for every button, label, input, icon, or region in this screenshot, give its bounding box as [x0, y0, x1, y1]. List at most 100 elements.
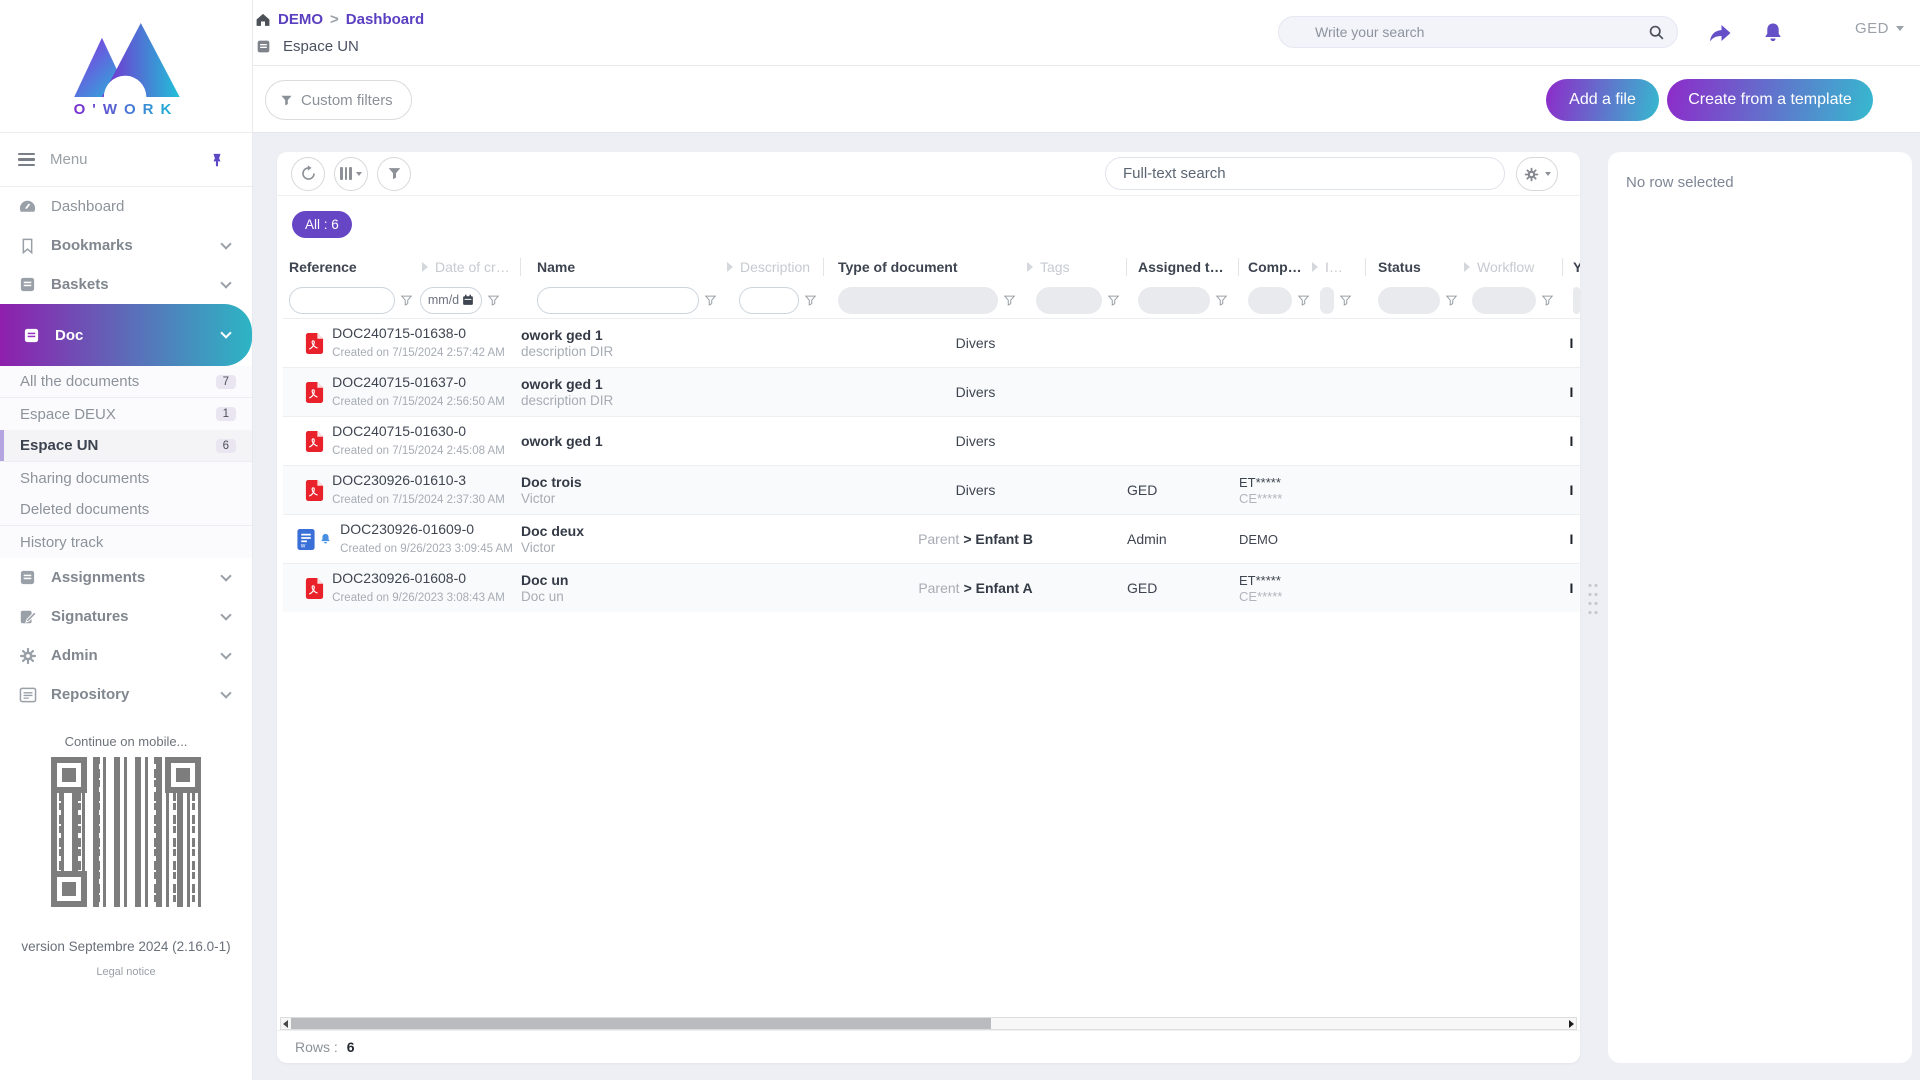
column-header-name[interactable]: Name — [521, 252, 725, 282]
breadcrumb-current[interactable]: Dashboard — [346, 11, 424, 28]
custom-filters-button[interactable]: Custom filters — [265, 80, 412, 120]
description-filter-input[interactable] — [739, 287, 799, 314]
fulltext-search[interactable] — [1105, 157, 1505, 190]
date-placeholder: mm/d — [428, 293, 459, 307]
column-header-description[interactable]: Description — [725, 252, 824, 282]
sort-arrow-icon — [1027, 262, 1033, 272]
book-icon — [22, 326, 41, 345]
all-count-pill[interactable]: All : 6 — [292, 211, 352, 238]
sidebar-item-espace-un[interactable]: Espace UN 6 — [0, 430, 252, 462]
column-header-date[interactable]: Date of cr… — [420, 252, 521, 282]
clipped-cell: I — [1563, 515, 1580, 563]
doc-subname: Victor — [521, 491, 824, 506]
search-icon[interactable] — [1648, 24, 1665, 41]
sidebar-item-espace-deux[interactable]: Espace DEUX 1 — [0, 398, 252, 430]
filter-cell-date: mm/d — [420, 282, 521, 318]
sidebar-item-bookmarks[interactable]: Bookmarks — [0, 226, 252, 265]
reference-filter-input[interactable] — [289, 287, 395, 314]
add-file-button[interactable]: Add a file — [1546, 79, 1659, 121]
table-settings-button[interactable] — [1516, 157, 1558, 191]
columns-button[interactable] — [334, 157, 368, 191]
table-row[interactable]: DOC230926-01608-0Created on 9/26/2023 3:… — [283, 563, 1580, 612]
table-row[interactable]: DOC230926-01610-3Created on 7/15/2024 2:… — [283, 465, 1580, 514]
list-card-icon — [18, 685, 37, 704]
count-badge: 7 — [216, 375, 236, 389]
sidebar-item-admin[interactable]: Admin — [0, 636, 252, 675]
table-toolbar — [277, 152, 1580, 196]
create-from-template-button[interactable]: Create from a template — [1667, 79, 1873, 121]
funnel-icon[interactable] — [1541, 294, 1554, 307]
funnel-icon[interactable] — [1107, 294, 1120, 307]
doc-comp-line1: ET***** — [1239, 573, 1366, 588]
clipped-cell: I — [1563, 466, 1580, 514]
notifications-button[interactable] — [1758, 18, 1788, 48]
share-button[interactable] — [1705, 18, 1735, 48]
doc-type-parent: Parent — [918, 531, 959, 547]
sidebar-item-label: Baskets — [51, 276, 222, 293]
scroll-right-arrow[interactable] — [1569, 1020, 1574, 1028]
table-row[interactable]: w DOC230926-01609-0Created on 9/26/2023 … — [283, 514, 1580, 563]
funnel-icon[interactable] — [704, 294, 717, 307]
doc-type: Divers — [956, 433, 996, 449]
global-search[interactable] — [1278, 16, 1678, 48]
doc-subname: Doc un — [521, 589, 824, 604]
gear-icon — [1524, 167, 1539, 182]
funnel-icon[interactable] — [1003, 294, 1016, 307]
table-row[interactable]: DOC240715-01630-0Created on 7/15/2024 2:… — [283, 416, 1580, 465]
column-header-y[interactable]: Y — [1563, 252, 1580, 282]
global-search-input[interactable] — [1315, 24, 1648, 40]
column-header-reference[interactable]: Reference — [283, 252, 420, 282]
column-header-i[interactable]: I… — [1310, 252, 1366, 282]
doc-created: Created on 7/15/2024 2:45:08 AM — [332, 445, 505, 457]
sidebar-item-repository[interactable]: Repository — [0, 675, 252, 714]
filter-cell-workflow — [1462, 282, 1563, 318]
rows-label: Rows : — [295, 1039, 338, 1055]
column-header-type[interactable]: Type of document — [824, 252, 1025, 282]
sidebar-item-dashboard[interactable]: Dashboard — [0, 187, 252, 226]
refresh-button[interactable] — [291, 157, 325, 191]
column-header-comp[interactable]: Comp… — [1239, 252, 1310, 282]
sort-arrow-icon — [1312, 262, 1318, 272]
column-header-assigned[interactable]: Assigned t… — [1127, 252, 1239, 282]
share-icon — [1708, 22, 1733, 44]
sidebar-item-history-track[interactable]: History track — [0, 526, 252, 558]
horizontal-scrollbar[interactable] — [280, 1017, 1577, 1030]
funnel-icon[interactable] — [487, 294, 500, 307]
tags-filter-disabled — [1036, 287, 1102, 314]
funnel-icon[interactable] — [1215, 294, 1228, 307]
fulltext-search-input[interactable] — [1123, 165, 1490, 182]
sidebar-item-assignments[interactable]: Assignments — [0, 558, 252, 597]
sidebar-item-deleted-documents[interactable]: Deleted documents — [0, 494, 252, 526]
sidebar-item-sharing-documents[interactable]: Sharing documents — [0, 462, 252, 494]
funnel-icon[interactable] — [400, 294, 413, 307]
scroll-left-arrow[interactable] — [283, 1020, 288, 1028]
table-row[interactable]: DOC240715-01638-0Created on 7/15/2024 2:… — [283, 318, 1580, 367]
sidebar-item-doc-active[interactable]: Doc — [0, 304, 252, 366]
sidebar-item-signatures[interactable]: Signatures — [0, 597, 252, 636]
pin-icon[interactable] — [210, 152, 224, 168]
funnel-icon[interactable] — [1339, 294, 1352, 307]
column-header-status[interactable]: Status — [1366, 252, 1462, 282]
no-row-selected-text: No row selected — [1626, 174, 1894, 191]
name-filter-input[interactable] — [537, 287, 699, 314]
home-icon[interactable] — [255, 12, 271, 27]
user-menu[interactable]: GED — [1855, 20, 1904, 37]
legal-notice-link[interactable]: Legal notice — [0, 966, 252, 978]
scrollbar-thumb[interactable] — [291, 1018, 991, 1029]
breadcrumb-root[interactable]: DEMO — [278, 11, 323, 28]
filter-button[interactable] — [377, 157, 411, 191]
documents-table-card: All : 6 Reference Date of cr… Name Descr… — [277, 152, 1580, 1063]
funnel-icon[interactable] — [804, 294, 817, 307]
app-logo[interactable]: O'WORK — [0, 0, 252, 132]
panel-resize-handle[interactable] — [1587, 581, 1600, 619]
funnel-icon[interactable] — [1297, 294, 1310, 307]
funnel-icon[interactable] — [1445, 294, 1458, 307]
sidebar-menu-toggle[interactable]: Menu — [0, 132, 252, 187]
column-header-workflow[interactable]: Workflow — [1462, 252, 1563, 282]
sidebar-item-baskets[interactable]: Baskets — [0, 265, 252, 304]
sidebar-item-label: Assignments — [51, 569, 222, 586]
column-header-tags[interactable]: Tags — [1025, 252, 1127, 282]
date-filter-input[interactable]: mm/d — [420, 287, 482, 314]
table-row[interactable]: DOC240715-01637-0Created on 7/15/2024 2:… — [283, 367, 1580, 416]
sidebar-item-all-documents[interactable]: All the documents 7 — [0, 366, 252, 398]
